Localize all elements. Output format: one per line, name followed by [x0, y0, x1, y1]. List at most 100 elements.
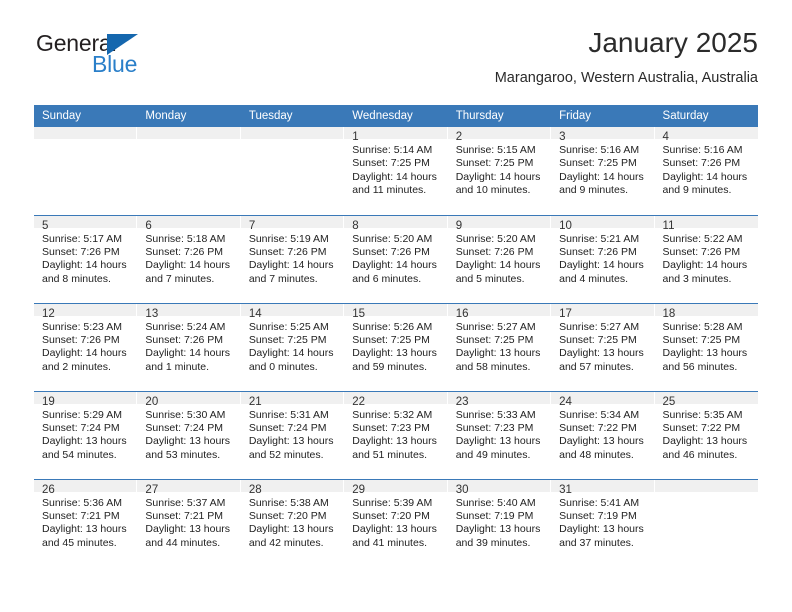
calendar-day-cell[interactable]: 13 Sunrise: 5:24 AM Sunset: 7:26 PM Dayligh… — [137, 302, 241, 391]
day-sun-info: Sunrise: 5:35 AM Sunset: 7:22 PM Daylight:… — [655, 404, 758, 463]
calendar-day-cell[interactable]: 20 Sunrise: 5:30 AM Sunset: 7:24 PM Dayligh… — [137, 390, 241, 479]
daylight-text-line1: Daylight: 13 hours — [455, 435, 541, 448]
daylight-text-line1: Daylight: 14 hours — [248, 347, 334, 360]
calendar-day-cell[interactable]: 28 Sunrise: 5:38 AM Sunset: 7:20 PM Dayligh… — [240, 478, 345, 567]
calendar-day-cell[interactable]: 5 Sunrise: 5:17 AM Sunset: 7:26 PM Daylight… — [34, 214, 138, 303]
sunrise-text: Sunrise: 5:27 AM — [559, 320, 640, 333]
calendar-day-cell[interactable]: 16 Sunrise: 5:27 AM Sunset: 7:25 PM Dayligh… — [447, 302, 552, 391]
calendar-day-cell[interactable]: 2 Sunrise: 5:15 AM Sunset: 7:25 PM Daylight… — [447, 127, 552, 215]
daylight-text-line2: and 56 minutes. — [662, 360, 738, 373]
calendar-day-cell[interactable]: 15 Sunrise: 5:26 AM Sunset: 7:25 PM Dayligh… — [344, 302, 448, 391]
day-number: 14 — [240, 303, 345, 320]
calendar-day-cell[interactable]: 29 Sunrise: 5:39 AM Sunset: 7:20 PM Dayligh… — [344, 478, 448, 567]
calendar-day-cell[interactable]: 27 Sunrise: 5:37 AM Sunset: 7:21 PM Dayligh… — [137, 478, 241, 567]
daylight-text-line1: Daylight: 14 hours — [455, 170, 541, 183]
sunset-text: Sunset: 7:25 PM — [662, 333, 741, 346]
sunset-text: Sunset: 7:25 PM — [559, 333, 637, 346]
brand-logo[interactable]: General Blue — [34, 32, 234, 84]
calendar-body: 1 Sunrise: 5:14 AM Sunset: 7:25 PM Daylight… — [34, 127, 758, 567]
sunrise-text: Sunrise: 5:23 AM — [42, 320, 122, 333]
day-number — [137, 127, 241, 139]
calendar-day-cell[interactable]: 31 Sunrise: 5:41 AM Sunset: 7:19 PM Dayligh… — [551, 478, 655, 567]
daylight-text-line1: Daylight: 13 hours — [352, 523, 437, 536]
calendar-day-cell[interactable]: 7 Sunrise: 5:19 AM Sunset: 7:26 PM Daylight… — [240, 214, 345, 303]
daylight-text-line1: Daylight: 14 hours — [42, 259, 127, 272]
calendar-day-cell[interactable]: 12 Sunrise: 5:23 AM Sunset: 7:26 PM Dayligh… — [34, 302, 138, 391]
day-number — [654, 479, 758, 492]
day-number: 6 — [137, 215, 241, 232]
daylight-text-line2: and 51 minutes. — [352, 448, 427, 461]
daylight-text-line1: Daylight: 14 hours — [248, 259, 334, 272]
sunrise-text: Sunrise: 5:36 AM — [42, 496, 122, 509]
sunrise-text: Sunrise: 5:16 AM — [559, 144, 640, 156]
calendar-day-cell[interactable]: 3 Sunrise: 5:16 AM Sunset: 7:25 PM Daylight… — [551, 127, 655, 215]
calendar-day-cell[interactable]: 22 Sunrise: 5:32 AM Sunset: 7:23 PM Dayligh… — [344, 390, 448, 479]
day-number: 17 — [551, 303, 655, 320]
day-number: 2 — [447, 127, 552, 143]
day-number — [240, 127, 345, 139]
calendar-day-cell[interactable]: 9 Sunrise: 5:20 AM Sunset: 7:26 PM Daylight… — [447, 214, 552, 303]
daylight-text-line2: and 1 minute. — [145, 360, 210, 373]
sunset-text: Sunset: 7:21 PM — [145, 509, 224, 522]
sunset-text: Sunset: 7:26 PM — [145, 245, 224, 258]
sunrise-text: Sunrise: 5:32 AM — [352, 408, 433, 421]
daylight-text-line1: Daylight: 14 hours — [559, 259, 644, 272]
calendar-day-cell[interactable]: 4 Sunrise: 5:16 AM Sunset: 7:26 PM Daylight… — [654, 127, 758, 215]
sunset-text: Sunset: 7:26 PM — [662, 245, 741, 258]
sunrise-text: Sunrise: 5:14 AM — [352, 144, 433, 156]
day-number: 16 — [447, 303, 552, 320]
day-number: 5 — [34, 215, 138, 232]
day-sun-info: Sunrise: 5:36 AM Sunset: 7:21 PM Daylight:… — [34, 492, 137, 551]
calendar-day-cell-empty — [137, 127, 241, 215]
daylight-text-line2: and 48 minutes. — [559, 448, 634, 461]
calendar-day-cell[interactable]: 26 Sunrise: 5:36 AM Sunset: 7:21 PM Dayligh… — [34, 478, 138, 567]
calendar-day-cell[interactable]: 24 Sunrise: 5:34 AM Sunset: 7:22 PM Dayligh… — [551, 390, 655, 479]
day-sun-info: Sunrise: 5:21 AM Sunset: 7:26 PM Daylight:… — [551, 228, 654, 287]
calendar-day-cell[interactable]: 23 Sunrise: 5:33 AM Sunset: 7:23 PM Dayligh… — [447, 390, 552, 479]
calendar-day-cell[interactable]: 10 Sunrise: 5:21 AM Sunset: 7:26 PM Dayligh… — [551, 214, 655, 303]
page-title: January 2025 — [588, 27, 758, 58]
location-subtitle: Marangaroo, Western Australia, Australia — [494, 70, 758, 86]
calendar-day-cell[interactable]: 11 Sunrise: 5:22 AM Sunset: 7:26 PM Dayligh… — [654, 214, 758, 303]
sunset-text: Sunset: 7:25 PM — [352, 333, 430, 346]
day-number: 1 — [344, 127, 448, 143]
calendar-head: Sunday Monday Tuesday Wednesday Thursday… — [34, 105, 758, 127]
weekday-header-wednesday: Wednesday — [344, 105, 448, 127]
sunset-text: Sunset: 7:25 PM — [455, 157, 534, 170]
sunrise-text: Sunrise: 5:19 AM — [248, 232, 329, 245]
daylight-text-line2: and 37 minutes. — [559, 536, 634, 549]
calendar-day-cell[interactable]: 21 Sunrise: 5:31 AM Sunset: 7:24 PM Dayligh… — [240, 390, 345, 479]
day-number: 24 — [551, 391, 655, 408]
calendar-day-cell[interactable]: 6 Sunrise: 5:18 AM Sunset: 7:26 PM Daylight… — [137, 214, 241, 303]
daylight-text-line2: and 46 minutes. — [662, 448, 738, 461]
day-sun-info: Sunrise: 5:16 AM Sunset: 7:26 PM Daylight:… — [655, 139, 758, 198]
daylight-text-line2: and 0 minutes. — [248, 360, 318, 373]
calendar-day-cell[interactable]: 1 Sunrise: 5:14 AM Sunset: 7:25 PM Daylight… — [344, 127, 448, 215]
calendar-day-cell[interactable]: 30 Sunrise: 5:40 AM Sunset: 7:19 PM Dayligh… — [447, 478, 552, 567]
day-number: 9 — [447, 215, 552, 232]
brand-name-blue: Blue — [92, 51, 138, 77]
calendar-table: Sunday Monday Tuesday Wednesday Thursday… — [34, 105, 758, 567]
sunrise-text: Sunrise: 5:16 AM — [662, 144, 743, 156]
calendar-day-cell[interactable]: 25 Sunrise: 5:35 AM Sunset: 7:22 PM Dayligh… — [654, 390, 758, 479]
calendar-day-cell[interactable]: 17 Sunrise: 5:27 AM Sunset: 7:25 PM Dayligh… — [551, 302, 655, 391]
day-sun-info: Sunrise: 5:30 AM Sunset: 7:24 PM Daylight:… — [137, 404, 240, 463]
daylight-text-line1: Daylight: 13 hours — [352, 435, 437, 448]
sunrise-text: Sunrise: 5:30 AM — [145, 408, 226, 421]
daylight-text-line1: Daylight: 13 hours — [559, 347, 644, 360]
day-sun-info: Sunrise: 5:33 AM Sunset: 7:23 PM Daylight:… — [448, 404, 551, 463]
day-number: 18 — [654, 303, 758, 320]
sunset-text: Sunset: 7:22 PM — [662, 421, 741, 434]
daylight-text-line2: and 58 minutes. — [455, 360, 531, 373]
calendar-day-cell[interactable]: 14 Sunrise: 5:25 AM Sunset: 7:25 PM Dayligh… — [240, 302, 345, 391]
daylight-text-line1: Daylight: 14 hours — [352, 170, 437, 183]
calendar-day-cell[interactable]: 18 Sunrise: 5:28 AM Sunset: 7:25 PM Dayligh… — [654, 302, 758, 391]
sunrise-text: Sunrise: 5:35 AM — [662, 408, 743, 421]
daylight-text-line1: Daylight: 13 hours — [662, 435, 748, 448]
day-number: 25 — [654, 391, 758, 408]
calendar-day-cell[interactable]: 19 Sunrise: 5:29 AM Sunset: 7:24 PM Dayligh… — [34, 390, 138, 479]
sunrise-text: Sunrise: 5:26 AM — [352, 320, 433, 333]
day-sun-info: Sunrise: 5:37 AM Sunset: 7:21 PM Daylight:… — [137, 492, 240, 551]
daylight-text-line2: and 45 minutes. — [42, 536, 117, 549]
calendar-day-cell[interactable]: 8 Sunrise: 5:20 AM Sunset: 7:26 PM Daylight… — [344, 214, 448, 303]
